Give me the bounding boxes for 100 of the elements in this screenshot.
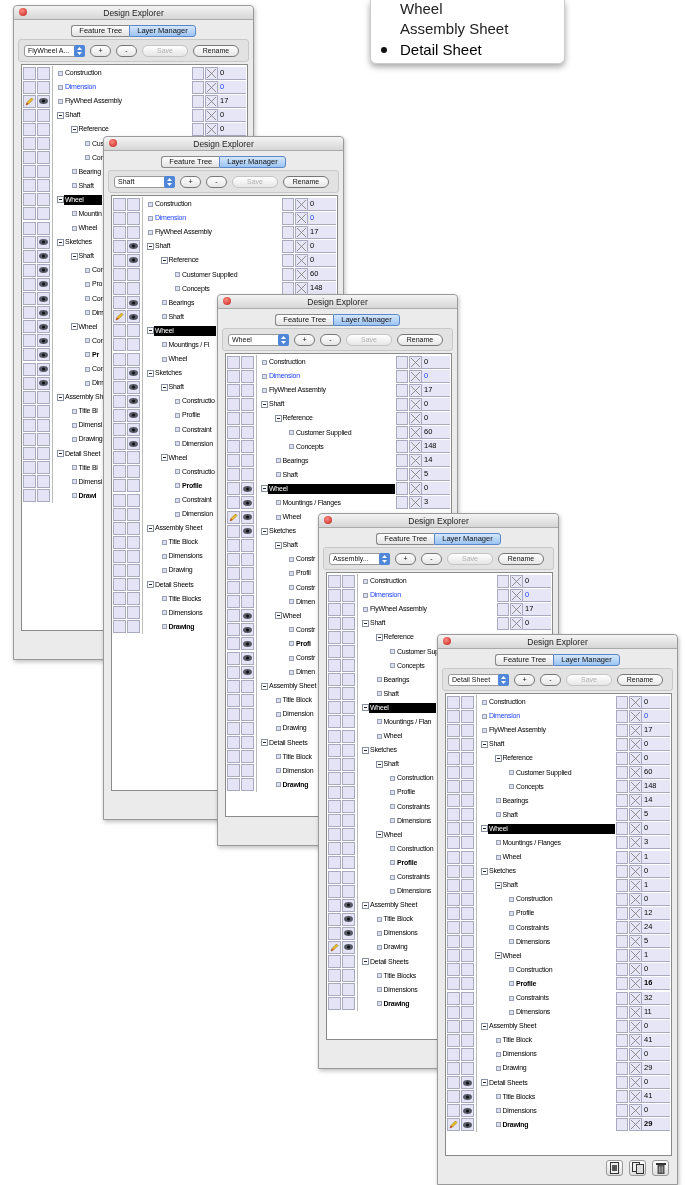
edit-toggle[interactable] bbox=[328, 941, 341, 954]
edit-toggle[interactable] bbox=[227, 538, 240, 552]
edit-toggle[interactable] bbox=[328, 701, 341, 715]
collapse-icon[interactable] bbox=[362, 901, 369, 909]
edit-toggle[interactable] bbox=[113, 535, 126, 549]
cross-icon[interactable] bbox=[295, 282, 308, 296]
visibility-toggle[interactable] bbox=[241, 454, 254, 468]
checkbox[interactable] bbox=[616, 1062, 628, 1075]
visibility-toggle[interactable] bbox=[342, 602, 355, 616]
edit-toggle[interactable] bbox=[227, 581, 240, 595]
edit-toggle[interactable] bbox=[227, 566, 240, 580]
edit-toggle[interactable] bbox=[23, 362, 36, 376]
visibility-toggle[interactable] bbox=[37, 80, 50, 94]
collapse-icon[interactable] bbox=[481, 825, 488, 833]
cross-icon[interactable] bbox=[629, 977, 642, 991]
edit-toggle[interactable] bbox=[227, 651, 240, 665]
visibility-toggle[interactable] bbox=[342, 659, 355, 673]
edit-toggle[interactable] bbox=[227, 750, 240, 764]
edit-toggle[interactable] bbox=[447, 864, 460, 878]
collapse-icon[interactable] bbox=[261, 400, 268, 408]
visibility-toggle[interactable] bbox=[461, 751, 474, 765]
cross-icon[interactable] bbox=[629, 780, 642, 794]
visibility-toggle[interactable] bbox=[241, 426, 254, 439]
collapse-icon[interactable] bbox=[481, 740, 488, 748]
visibility-toggle[interactable] bbox=[241, 552, 254, 566]
checkbox[interactable] bbox=[282, 225, 294, 239]
edit-toggle[interactable] bbox=[23, 404, 36, 418]
edit-toggle[interactable] bbox=[447, 1033, 460, 1047]
cross-icon[interactable] bbox=[205, 80, 218, 94]
visibility-toggle[interactable] bbox=[241, 369, 254, 383]
checkbox[interactable] bbox=[616, 1047, 628, 1061]
checkbox[interactable] bbox=[282, 253, 294, 267]
visibility-toggle[interactable] bbox=[127, 394, 140, 408]
visibility-toggle[interactable] bbox=[241, 693, 254, 707]
checkbox[interactable] bbox=[616, 1076, 628, 1090]
visibility-toggle[interactable] bbox=[342, 941, 355, 954]
cross-icon[interactable] bbox=[295, 225, 308, 239]
visibility-toggle[interactable] bbox=[127, 451, 140, 465]
cross-icon[interactable] bbox=[205, 122, 218, 136]
checkbox[interactable] bbox=[192, 66, 204, 80]
cross-icon[interactable] bbox=[629, 794, 642, 808]
cross-icon[interactable] bbox=[295, 197, 308, 211]
visibility-toggle[interactable] bbox=[342, 969, 355, 983]
checkbox[interactable] bbox=[616, 1005, 628, 1019]
checkbox[interactable] bbox=[396, 426, 408, 439]
visibility-toggle[interactable] bbox=[342, 800, 355, 814]
visibility-toggle[interactable] bbox=[37, 221, 50, 235]
edit-toggle[interactable] bbox=[23, 263, 36, 277]
edit-toggle[interactable] bbox=[23, 475, 36, 489]
edit-toggle[interactable] bbox=[447, 709, 460, 723]
edit-toggle[interactable] bbox=[328, 912, 341, 926]
cross-icon[interactable] bbox=[409, 355, 422, 369]
collapse-icon[interactable] bbox=[481, 1079, 488, 1087]
checkbox[interactable] bbox=[497, 588, 509, 602]
collapse-icon[interactable] bbox=[147, 581, 154, 589]
cross-icon[interactable] bbox=[409, 383, 422, 397]
cross-icon[interactable] bbox=[629, 1076, 642, 1090]
visibility-toggle[interactable] bbox=[342, 856, 355, 870]
collapse-icon[interactable] bbox=[160, 383, 168, 391]
edit-toggle[interactable] bbox=[23, 390, 36, 404]
visibility-toggle[interactable] bbox=[37, 94, 50, 108]
edit-toggle[interactable] bbox=[447, 1019, 460, 1033]
visibility-toggle[interactable] bbox=[461, 1118, 474, 1132]
checkbox[interactable] bbox=[396, 440, 408, 454]
edit-toggle[interactable] bbox=[113, 479, 126, 493]
edit-toggle[interactable] bbox=[23, 137, 36, 150]
visibility-toggle[interactable] bbox=[241, 736, 254, 750]
menu-item[interactable]: Detail Sheet bbox=[371, 39, 564, 60]
visibility-toggle[interactable] bbox=[241, 482, 254, 496]
visibility-toggle[interactable] bbox=[127, 493, 140, 507]
visibility-toggle[interactable] bbox=[342, 997, 355, 1011]
visibility-toggle[interactable] bbox=[127, 437, 140, 451]
visibility-toggle[interactable] bbox=[37, 348, 50, 362]
visibility-toggle[interactable] bbox=[241, 750, 254, 764]
checkbox[interactable] bbox=[616, 977, 628, 991]
edit-toggle[interactable] bbox=[113, 310, 126, 324]
edit-toggle[interactable] bbox=[227, 693, 240, 707]
edit-toggle[interactable] bbox=[113, 197, 126, 211]
edit-toggle[interactable] bbox=[113, 521, 126, 535]
visibility-toggle[interactable] bbox=[127, 324, 140, 338]
visibility-toggle[interactable] bbox=[37, 390, 50, 404]
visibility-toggle[interactable] bbox=[461, 766, 474, 779]
visibility-toggle[interactable] bbox=[241, 355, 254, 369]
collapse-icon[interactable] bbox=[57, 393, 64, 401]
edit-toggle[interactable] bbox=[447, 935, 460, 949]
cross-icon[interactable] bbox=[295, 211, 308, 225]
cross-icon[interactable] bbox=[629, 906, 642, 920]
edit-toggle[interactable] bbox=[447, 1047, 460, 1061]
edit-toggle[interactable] bbox=[227, 411, 240, 425]
visibility-toggle[interactable] bbox=[342, 771, 355, 785]
collapse-icon[interactable] bbox=[261, 682, 268, 690]
cross-icon[interactable] bbox=[205, 94, 218, 108]
checkbox[interactable] bbox=[396, 454, 408, 468]
checkbox[interactable] bbox=[396, 482, 408, 496]
visibility-toggle[interactable] bbox=[37, 108, 50, 122]
close-icon[interactable] bbox=[324, 516, 332, 524]
visibility-toggle[interactable] bbox=[127, 620, 140, 634]
checkbox[interactable] bbox=[616, 737, 628, 751]
edit-toggle[interactable] bbox=[447, 737, 460, 751]
checkbox[interactable] bbox=[192, 94, 204, 108]
